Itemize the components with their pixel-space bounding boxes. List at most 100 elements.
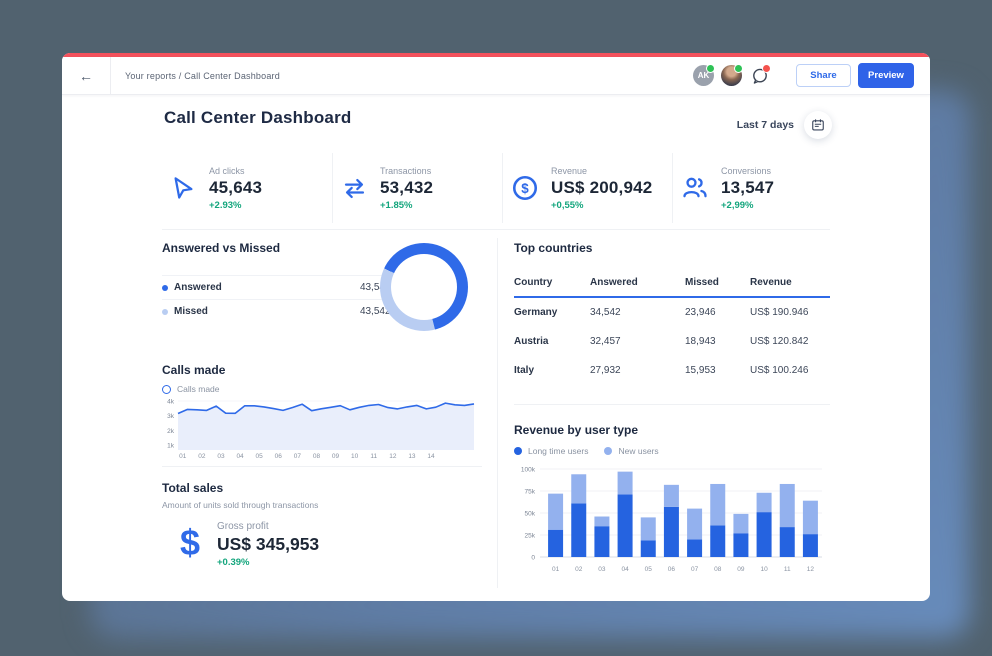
svg-text:03: 03: [598, 566, 606, 573]
desktop-background: ← Your reports / Call Center Dashboard A…: [0, 0, 992, 656]
svg-text:$: $: [180, 522, 200, 563]
svg-text:02: 02: [198, 453, 206, 460]
calls-made-legend[interactable]: Calls made: [162, 384, 220, 394]
page-title: Call Center Dashboard: [164, 108, 351, 128]
svg-text:50k: 50k: [525, 511, 536, 518]
column-header: Missed: [685, 277, 750, 288]
svg-text:$: $: [521, 181, 529, 196]
gross-profit-value: US$ 345,953: [217, 534, 319, 555]
preview-button[interactable]: Preview: [858, 63, 914, 88]
table-row[interactable]: Austria 32,457 18,943 US$ 120.842: [514, 327, 830, 356]
svg-text:3k: 3k: [167, 413, 175, 420]
kpi-value: 13,547: [721, 178, 774, 198]
kpi-row: Ad clicks 45,643 +2.93% Transactions 53,…: [162, 153, 842, 223]
total-sales-title: Total sales: [162, 481, 223, 495]
chat-button[interactable]: [749, 65, 771, 87]
online-status-dot: [734, 64, 743, 73]
kpi-value: 45,643: [209, 178, 262, 198]
kpi-label: Revenue: [551, 166, 652, 176]
revenue-by-user-type-title: Revenue by user type: [514, 423, 638, 437]
answered-vs-missed-title: Answered vs Missed: [162, 241, 280, 255]
svg-text:14: 14: [427, 453, 435, 460]
dashboard-window: ← Your reports / Call Center Dashboard A…: [62, 53, 930, 601]
top-countries-table: Country Answered Missed Revenue Germany …: [514, 277, 830, 385]
answered-cell: 32,457: [590, 336, 685, 347]
revenue-stacked-bar-chart: 025k50k75k100k010203040506070809101112: [512, 461, 830, 583]
avatar-initials[interactable]: AK: [693, 65, 714, 86]
gross-profit-label: Gross profit: [217, 521, 319, 532]
svg-text:100k: 100k: [521, 467, 536, 474]
legend-row-missed[interactable]: Missed 43,542 (36%): [162, 299, 420, 323]
avatar-photo[interactable]: [721, 65, 742, 86]
calendar-button[interactable]: [804, 111, 832, 139]
answered-cell: 34,542: [590, 307, 685, 318]
table-header-row: Country Answered Missed Revenue: [514, 277, 830, 298]
calls-made-line-chart: 1k2k3k4k0102030405060708091011121314: [160, 395, 482, 461]
answered-vs-missed-donut-chart: [380, 243, 468, 331]
back-button[interactable]: ←: [62, 57, 111, 94]
date-range-control: Last 7 days: [737, 111, 832, 139]
missed-cell: 18,943: [685, 336, 750, 347]
calls-made-legend-icon: [162, 385, 171, 394]
missed-dot-icon: [162, 309, 168, 315]
svg-text:75k: 75k: [525, 489, 536, 496]
kpi-label: Ad clicks: [209, 166, 262, 176]
svg-text:10: 10: [760, 566, 768, 573]
dollar-icon: $: [174, 521, 206, 565]
notification-dot: [762, 64, 771, 73]
svg-text:11: 11: [370, 453, 377, 460]
svg-text:25k: 25k: [525, 533, 536, 540]
missed-cell: 23,946: [685, 307, 750, 318]
answered-dot-icon: [162, 285, 168, 291]
svg-text:05: 05: [256, 453, 264, 460]
country-cell: Austria: [514, 336, 590, 347]
calls-made-title: Calls made: [162, 363, 225, 377]
breadcrumb: Your reports / Call Center Dashboard: [125, 57, 280, 94]
section-divider: [162, 466, 482, 467]
new-users-dot-icon: [604, 447, 612, 455]
revenue-cell: US$ 190.946: [750, 307, 830, 318]
long-time-users-dot-icon: [514, 447, 522, 455]
svg-text:09: 09: [737, 566, 745, 573]
svg-text:05: 05: [645, 566, 653, 573]
revenue-cell: US$ 100.246: [750, 365, 830, 376]
kpi-delta: +2.93%: [209, 200, 262, 211]
svg-text:09: 09: [332, 453, 340, 460]
revenue-cell: US$ 120.842: [750, 336, 830, 347]
legend-item-long-time-users[interactable]: Long time users: [514, 446, 588, 456]
svg-text:01: 01: [179, 453, 187, 460]
toolbar-actions: AK Share Preview: [693, 57, 914, 94]
svg-text:06: 06: [275, 453, 283, 460]
table-row[interactable]: Italy 27,932 15,953 US$ 100.246: [514, 356, 830, 385]
kpi-label: Transactions: [380, 166, 433, 176]
svg-text:1k: 1k: [167, 443, 175, 450]
kpi-transactions: Transactions 53,432 +1.85%: [332, 153, 502, 223]
svg-text:04: 04: [621, 566, 629, 573]
legend-label: New users: [618, 446, 658, 456]
missed-cell: 15,953: [685, 365, 750, 376]
table-row[interactable]: Germany 34,542 23,946 US$ 190.946: [514, 298, 830, 327]
svg-text:10: 10: [351, 453, 359, 460]
kpi-delta: +0,55%: [551, 200, 652, 211]
column-header: Revenue: [750, 277, 830, 288]
revenue-by-user-type-legend: Long time users New users: [514, 446, 659, 456]
dollar-circle-icon: $: [511, 174, 539, 202]
svg-text:02: 02: [575, 566, 583, 573]
kpi-delta: +2,99%: [721, 200, 774, 211]
section-divider: [162, 229, 830, 230]
calendar-icon: [811, 118, 825, 132]
users-icon: [681, 174, 709, 202]
section-divider: [514, 404, 830, 405]
svg-text:12: 12: [389, 453, 397, 460]
kpi-label: Conversions: [721, 166, 774, 176]
answered-cell: 27,932: [590, 365, 685, 376]
svg-text:04: 04: [236, 453, 244, 460]
legend-label: Missed: [174, 306, 208, 317]
kpi-revenue: $ Revenue US$ 200,942 +0,55%: [502, 153, 672, 223]
share-button[interactable]: Share: [796, 64, 851, 87]
column-header: Answered: [590, 277, 685, 288]
country-cell: Germany: [514, 307, 590, 318]
legend-item-new-users[interactable]: New users: [604, 446, 658, 456]
svg-text:12: 12: [807, 566, 815, 573]
column-header: Country: [514, 277, 590, 288]
